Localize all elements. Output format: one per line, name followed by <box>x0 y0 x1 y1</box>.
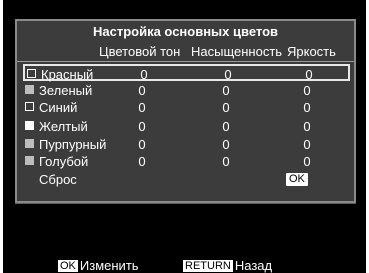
color-row-blue[interactable]: Синий 0 0 0 <box>23 99 350 116</box>
reset-label: Сброс <box>39 172 77 187</box>
color-settings-panel: Настройка основных цветов Цветовой тон Н… <box>15 19 356 203</box>
color-row-red[interactable]: Красный 0 0 0 <box>23 64 350 82</box>
saturation-value: 0 <box>222 83 230 98</box>
camera-menu-screen: Настройка основных цветов Цветовой тон Н… <box>3 0 366 273</box>
header-divider <box>17 61 354 62</box>
column-header-brightness: Яркость <box>287 44 336 59</box>
color-row-yellow[interactable]: Желтый 0 0 0 <box>23 118 350 135</box>
brightness-value: 0 <box>303 119 311 134</box>
column-header-saturation: Насыщенность <box>191 44 283 59</box>
magenta-swatch-icon <box>25 139 34 148</box>
ok-change-label: Изменить <box>79 258 139 273</box>
cyan-swatch-icon <box>25 156 34 165</box>
green-swatch-icon <box>25 85 34 94</box>
saturation-value: 0 <box>222 119 230 134</box>
row-label: Голубой <box>39 154 89 169</box>
page-title: Настройка основных цветов <box>92 24 278 39</box>
brightness-value: 0 <box>303 100 311 115</box>
return-back-label: Назад <box>234 258 273 273</box>
yellow-swatch-icon <box>25 121 34 130</box>
row-label: Пурпурный <box>39 137 107 152</box>
hue-value: 0 <box>140 67 148 82</box>
color-row-green[interactable]: Зеленый 0 0 0 <box>23 82 350 99</box>
hue-value: 0 <box>138 137 146 152</box>
brightness-value: 0 <box>303 83 311 98</box>
ok-key-icon: OK <box>58 260 78 272</box>
color-row-cyan[interactable]: Голубой 0 0 0 <box>23 153 350 170</box>
saturation-value: 0 <box>222 137 230 152</box>
reset-ok-button[interactable]: OK <box>286 173 308 186</box>
saturation-value: 0 <box>224 67 232 82</box>
saturation-value: 0 <box>222 154 230 169</box>
hue-value: 0 <box>138 83 146 98</box>
color-row-magenta[interactable]: Пурпурный 0 0 0 <box>23 136 350 153</box>
ok-change-hint[interactable]: OK Изменить <box>58 258 139 273</box>
reset-row[interactable]: Сброс OK <box>23 171 350 188</box>
row-label: Синий <box>39 100 78 115</box>
hue-value: 0 <box>138 154 146 169</box>
brightness-value: 0 <box>303 137 311 152</box>
return-back-hint[interactable]: RETURN Назад <box>183 258 272 273</box>
row-label: Красный <box>41 67 94 82</box>
saturation-value: 0 <box>222 100 230 115</box>
blue-swatch-icon <box>25 102 34 111</box>
red-swatch-icon <box>27 69 36 78</box>
brightness-value: 0 <box>305 67 313 82</box>
hue-value: 0 <box>138 119 146 134</box>
footer-divider <box>15 203 356 204</box>
return-key-icon: RETURN <box>183 260 233 272</box>
hue-value: 0 <box>138 100 146 115</box>
column-header-hue: Цветовой тон <box>99 44 181 59</box>
brightness-value: 0 <box>303 154 311 169</box>
row-label: Желтый <box>39 119 88 134</box>
row-label: Зеленый <box>39 83 93 98</box>
